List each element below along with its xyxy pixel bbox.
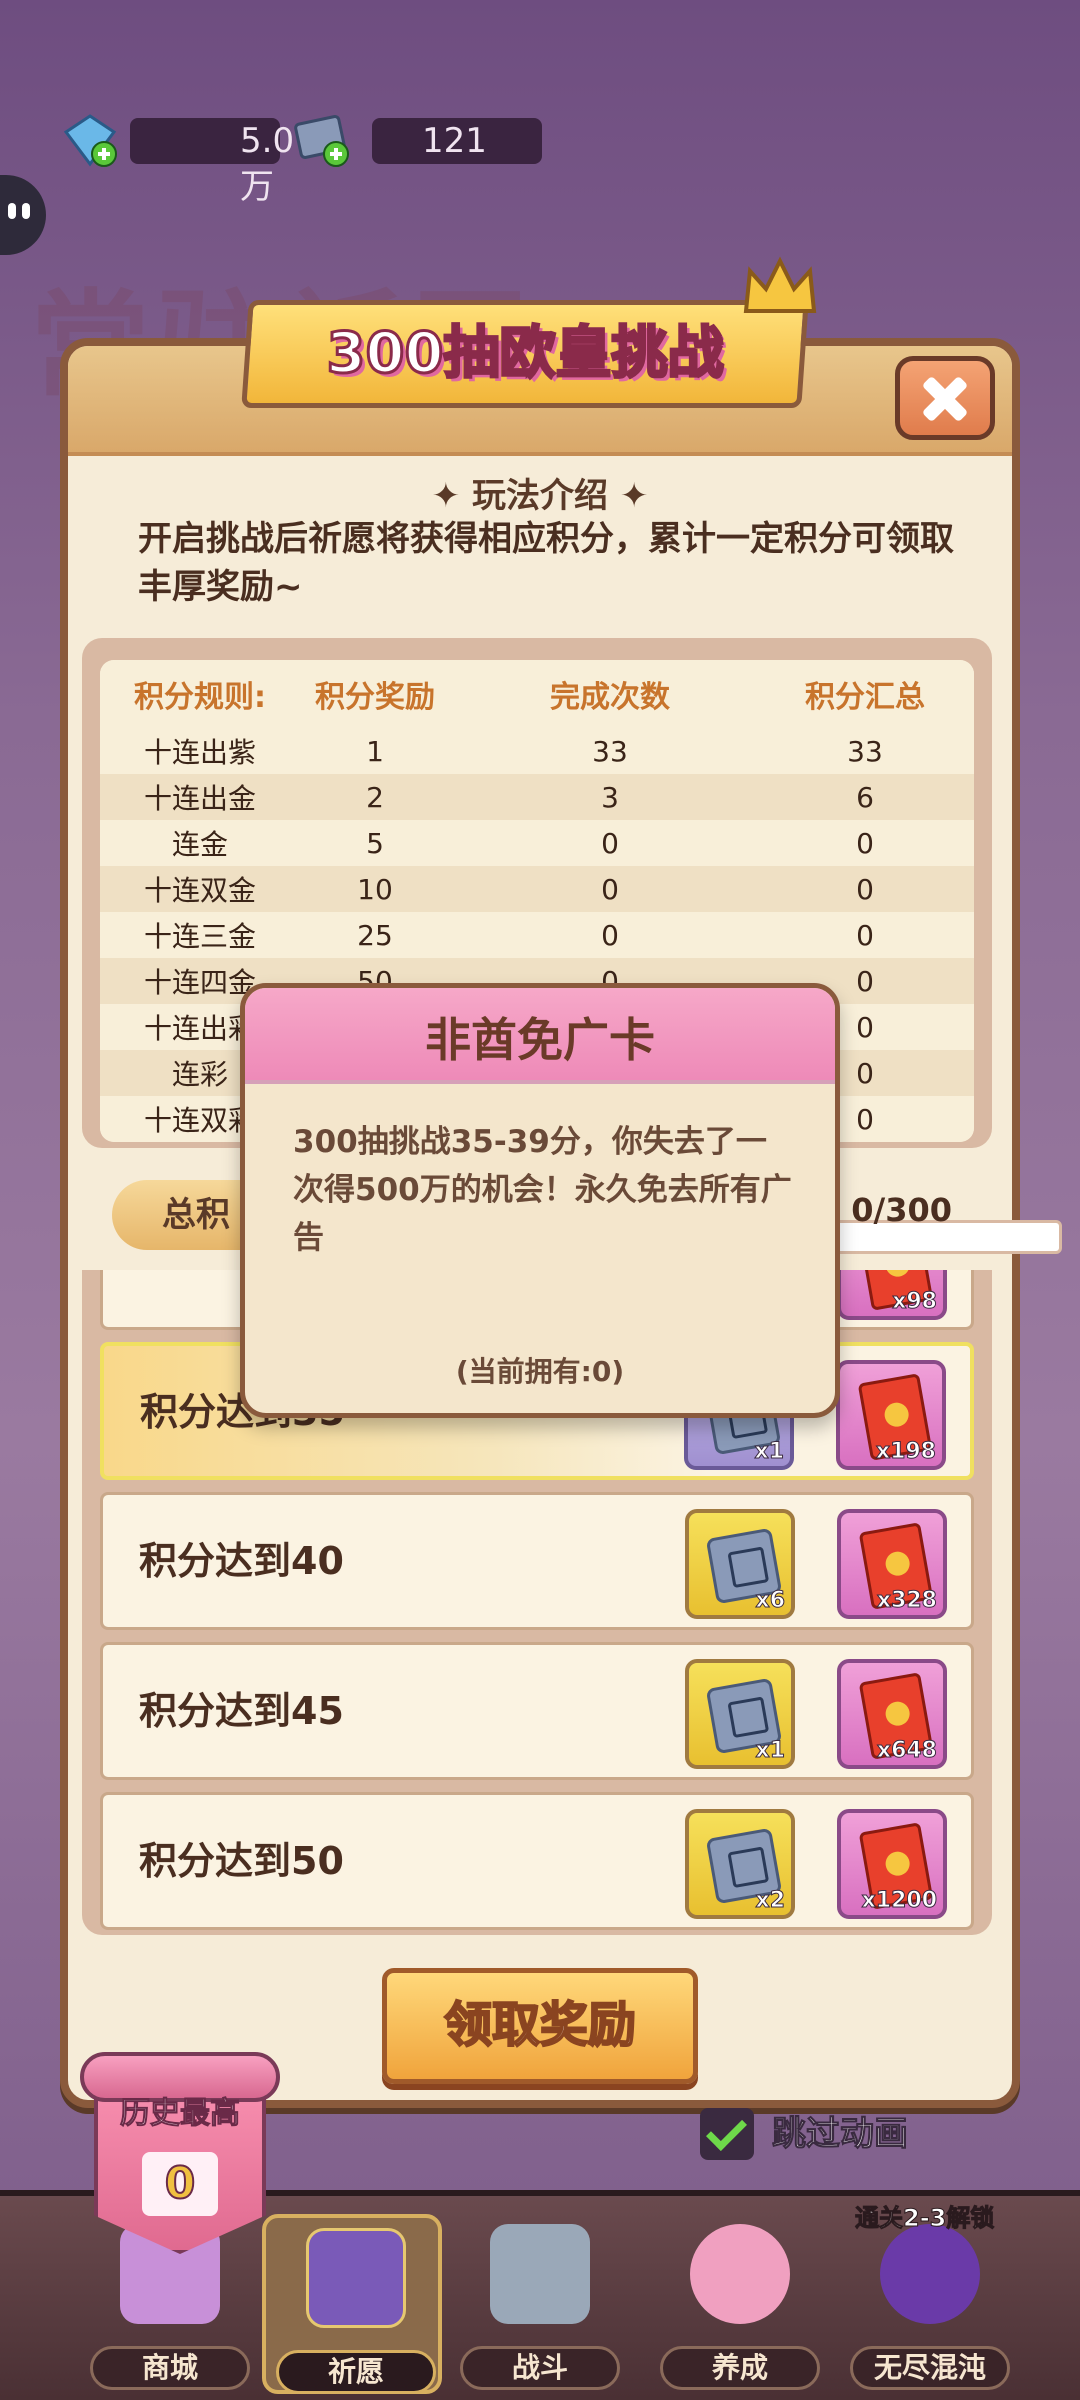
cell-rule: 连金 — [171, 828, 228, 861]
reward-row[interactable]: 积分达到50 x2 x1200 — [100, 1792, 974, 1930]
history-value: 0 — [142, 2152, 218, 2216]
table-row: 连金 5 0 0 — [100, 820, 974, 866]
nav-label: 无尽混沌 — [850, 2346, 1010, 2390]
table-row: 十连出金 2 3 6 — [100, 774, 974, 820]
ticket-plus-icon[interactable] — [292, 110, 352, 170]
reward-item[interactable]: x648 — [837, 1659, 947, 1769]
reward-item[interactable]: x328 — [837, 1509, 947, 1619]
reward-qty: x648 — [876, 1738, 937, 1764]
table-row: 十连双金 10 0 0 — [100, 866, 974, 912]
nav-item-endless-chaos[interactable]: 无尽混沌 — [840, 2214, 1020, 2394]
reward-qty: x1 — [755, 1738, 785, 1764]
header-sum: 积分汇总 — [805, 680, 925, 715]
reward-item[interactable]: x1 — [685, 1659, 795, 1769]
reward-item[interactable]: x6 — [685, 1509, 795, 1619]
ad-free-card-dialog[interactable]: 非酋免广卡 300抽挑战35-39分，你失去了一次得500万的机会！永久免去所有… — [240, 983, 840, 1418]
nav-label: 商城 — [90, 2346, 250, 2390]
intro-title: ✦ 玩法介绍 ✦ — [431, 476, 649, 516]
cell-rule: 十连双金 — [143, 874, 256, 907]
cell-count: 3 — [601, 780, 619, 814]
cell-sum: 33 — [847, 734, 883, 768]
reward-qty: x1200 — [861, 1888, 937, 1914]
cell-rule: 十连出紫 — [143, 736, 256, 769]
dialog-footer: (当前拥有:0) — [455, 1355, 625, 1388]
history-best-badge: 历史最高 0 — [80, 2052, 280, 2267]
dialog-body: 300抽挑战35-39分，你失去了一次得500万的机会！永久免去所有广告 — [293, 1124, 792, 1256]
cell-reward: 5 — [366, 826, 384, 860]
nav-label: 养成 — [660, 2346, 820, 2390]
reward-label: 积分达到45 — [139, 1689, 344, 1733]
cell-reward: 10 — [357, 872, 393, 906]
reward-row[interactable]: 积分达到40 x6 x328 — [100, 1492, 974, 1630]
cell-sum: 0 — [856, 826, 874, 860]
skip-animation-label: 跳过动画 — [772, 2114, 909, 2155]
reward-item[interactable]: x98 — [837, 1270, 947, 1320]
swords-icon — [490, 2224, 590, 2324]
cell-sum: 0 — [856, 918, 874, 952]
panel-title-banner: 300抽欧皇挑战 — [241, 300, 809, 408]
table-header: 积分规则: 积分奖励 完成次数 积分汇总 — [100, 660, 974, 728]
wish-card-icon — [306, 2228, 406, 2328]
intro-text: 开启挑战后祈愿将获得相应积分，累计一定积分可领取丰厚奖励~ — [138, 519, 954, 607]
lock-icon — [880, 2224, 980, 2324]
paw-icon — [690, 2224, 790, 2324]
crown-icon — [743, 256, 817, 313]
cell-sum: 0 — [856, 872, 874, 906]
cell-sum: 6 — [856, 780, 874, 814]
unlock-note: 通关2-3解锁 — [854, 2204, 995, 2233]
reward-qty: x1 — [754, 1439, 784, 1465]
cell-reward: 2 — [366, 780, 384, 814]
checkbox-checked-icon[interactable] — [700, 2108, 754, 2160]
gem-plus-icon[interactable] — [60, 110, 120, 170]
gem-counter[interactable]: 5.0万 — [63, 114, 294, 207]
table-row: 十连三金 25 0 0 — [100, 912, 974, 958]
reward-qty: x6 — [755, 1588, 785, 1614]
panel-title: 300抽欧皇挑战 — [325, 320, 725, 388]
header-reward: 积分奖励 — [315, 680, 435, 715]
cell-rule: 十连出金 — [143, 782, 256, 815]
cell-count: 0 — [601, 918, 619, 952]
history-label: 历史最高 — [120, 2096, 241, 2132]
nav-label: 祈愿 — [276, 2350, 436, 2394]
total-score-count: 0/300 — [851, 1191, 952, 1229]
reward-label: 积分达到40 — [139, 1539, 344, 1583]
nav-item-battle[interactable]: 战斗 — [450, 2214, 630, 2394]
cell-reward: 1 — [366, 734, 384, 768]
cell-count: 33 — [592, 734, 628, 768]
reward-row[interactable]: 积分达到45 x1 x648 — [100, 1642, 974, 1780]
nav-item-wish[interactable]: 祈愿 — [262, 2214, 442, 2394]
header-count: 完成次数 — [550, 680, 670, 715]
reward-item[interactable]: x1200 — [837, 1809, 947, 1919]
ticket-counter[interactable]: 121 — [294, 115, 542, 167]
claim-reward-button[interactable]: 领取奖励 — [382, 1968, 698, 2084]
header-rule: 积分规则: — [134, 680, 266, 715]
nav-label: 战斗 — [460, 2346, 620, 2390]
cell-reward: 25 — [357, 918, 393, 952]
nav-item-develop[interactable]: 养成 — [650, 2214, 830, 2394]
reward-qty: x328 — [876, 1588, 937, 1614]
cell-count: 0 — [601, 872, 619, 906]
table-row: 十连出紫 1 33 33 — [100, 728, 974, 774]
skip-animation-toggle[interactable]: 跳过动画 — [700, 2108, 909, 2160]
dialog-title: 非酋免广卡 — [425, 1013, 655, 1067]
reward-label: 积分达到50 — [139, 1839, 344, 1883]
cell-rule: 十连三金 — [143, 920, 256, 953]
reward-qty: x2 — [755, 1888, 785, 1914]
ticket-count: 121 — [422, 121, 487, 161]
cell-count: 0 — [601, 826, 619, 860]
reward-qty: x98 — [892, 1289, 938, 1315]
reward-qty: x198 — [875, 1439, 936, 1465]
reward-item[interactable]: x198 — [836, 1360, 946, 1470]
close-button[interactable] — [895, 356, 995, 440]
reward-item[interactable]: x2 — [685, 1809, 795, 1919]
